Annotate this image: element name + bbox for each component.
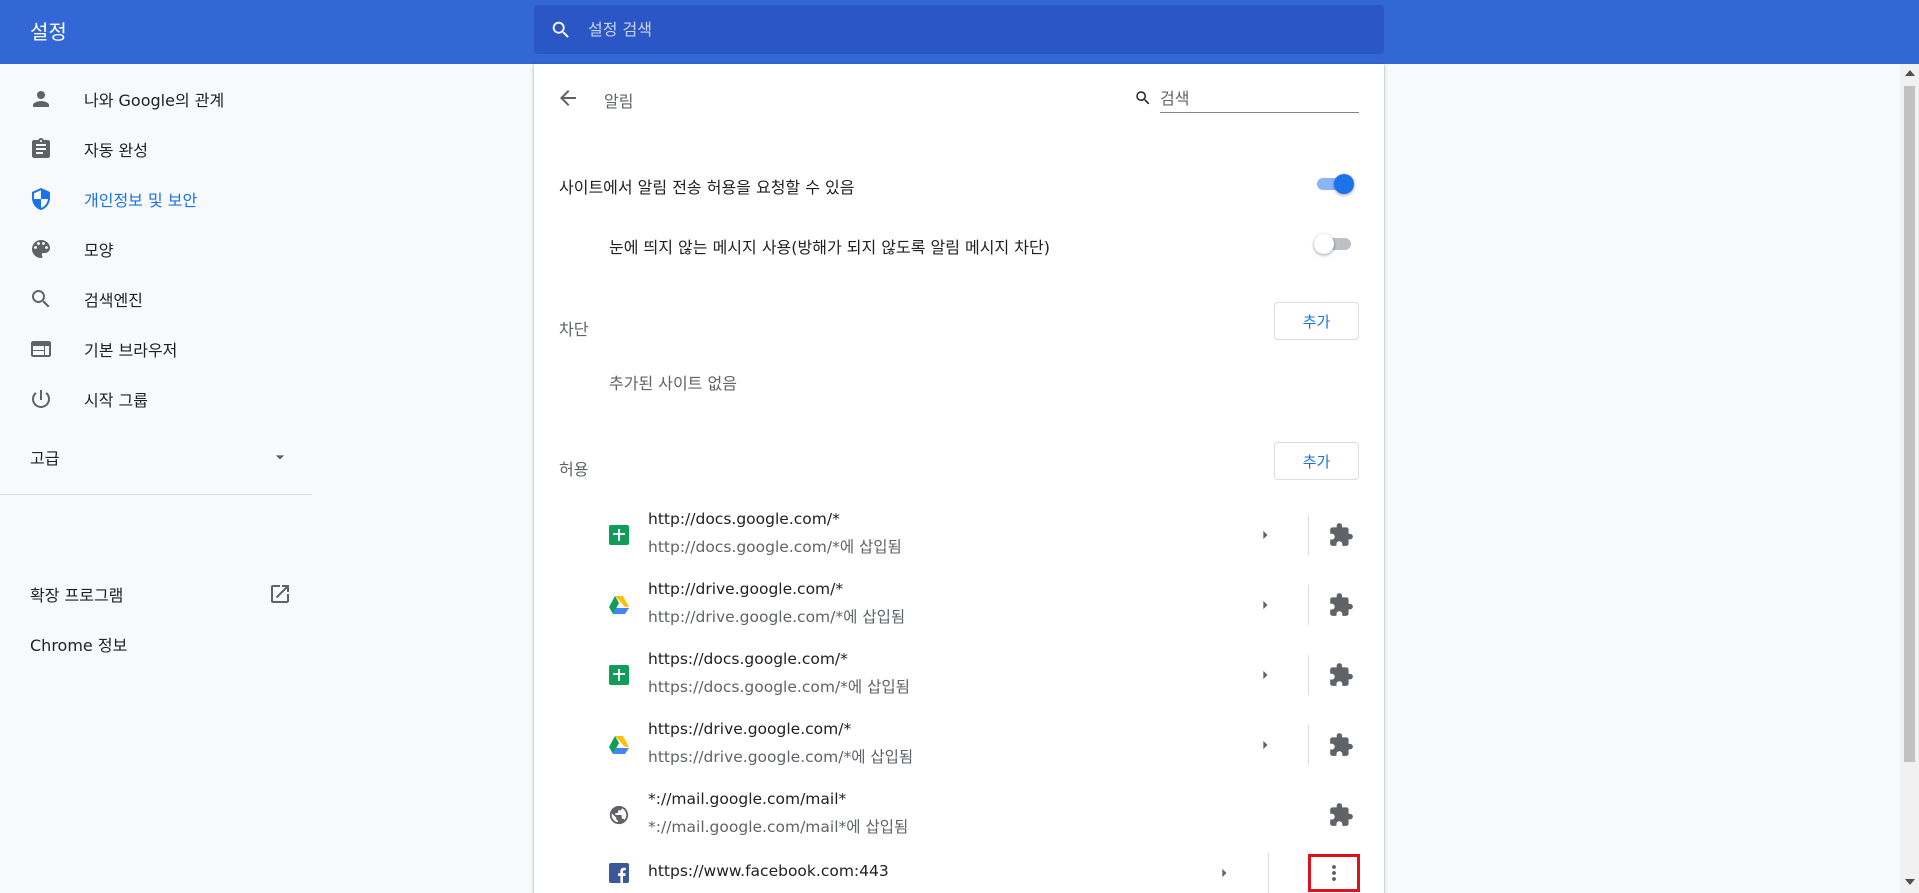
site-url: https://docs.google.com/* [648, 650, 848, 668]
person-icon [28, 86, 54, 112]
row-divider [1308, 655, 1309, 695]
block-add-button[interactable]: 추가 [1274, 302, 1359, 340]
sidebar-item-appearance[interactable]: 모양 [0, 227, 312, 271]
page-title: 알림 [604, 92, 634, 111]
row-divider [1308, 585, 1309, 625]
allow-add-button[interactable]: 추가 [1274, 442, 1359, 480]
back-arrow-icon[interactable] [556, 86, 580, 110]
quiet-messaging-toggle[interactable] [1314, 232, 1354, 256]
site-row-drive-https[interactable]: https://drive.google.com/* https://drive… [534, 710, 1384, 780]
row-divider [1308, 515, 1309, 555]
search-icon [28, 286, 54, 312]
drive-icon [609, 736, 629, 754]
site-url: http://docs.google.com/* [648, 510, 840, 528]
scrollbar-thumb[interactable] [1904, 86, 1915, 762]
more-actions-button[interactable] [1308, 854, 1360, 892]
ask-before-sending-toggle[interactable] [1314, 172, 1354, 196]
clipboard-icon [28, 136, 54, 162]
site-row-mail[interactable]: *://mail.google.com/mail* *://mail.googl… [534, 780, 1384, 850]
site-embedded-on: https://drive.google.com/*에 삽입됨 [648, 748, 914, 766]
block-empty-text: 추가된 사이트 없음 [609, 374, 737, 393]
facebook-icon [609, 863, 629, 883]
arrow-right-icon[interactable] [1255, 525, 1275, 545]
sidebar-item-label: 개인정보 및 보안 [84, 191, 198, 210]
sidebar-item-label: 모양 [84, 241, 114, 260]
sidebar-item-startup[interactable]: 시작 그룹 [0, 377, 312, 421]
site-embedded-on: http://docs.google.com/*에 삽입됨 [648, 538, 902, 556]
allow-section-label: 허용 [559, 460, 589, 479]
ask-toggle-label: 사이트에서 알림 전송 허용을 요청할 수 있음 [559, 178, 855, 197]
extension-puzzle-icon [1330, 663, 1353, 686]
extension-puzzle-icon [1330, 523, 1353, 546]
site-row-facebook[interactable]: https://www.facebook.com:443 [534, 850, 1384, 893]
sidebar-item-label: 자동 완성 [84, 141, 148, 160]
notifications-card: 알림 사이트에서 알림 전송 허용을 요청할 수 있음 눈에 띄지 않는 메시지… [534, 64, 1384, 893]
site-url: https://drive.google.com/* [648, 720, 852, 738]
notifications-search-input[interactable] [1160, 84, 1359, 113]
site-url: http://drive.google.com/* [648, 580, 844, 598]
palette-icon [28, 236, 54, 262]
browser-icon [28, 336, 54, 362]
site-url: https://www.facebook.com:443 [648, 862, 889, 880]
open-in-new-icon [271, 585, 289, 603]
search-icon [1136, 91, 1150, 105]
extension-puzzle-icon [1330, 803, 1353, 826]
shield-icon [28, 186, 54, 212]
arrow-right-icon[interactable] [1214, 863, 1234, 883]
sidebar-item-label: 시작 그룹 [84, 391, 148, 410]
sheets-icon [609, 525, 629, 545]
settings-search-input[interactable] [588, 20, 1288, 39]
sidebar-item-about-chrome[interactable]: Chrome 정보 [0, 624, 312, 664]
sidebar-item-default-browser[interactable]: 기본 브라우저 [0, 327, 312, 371]
drive-icon [609, 596, 629, 614]
site-embedded-on: https://docs.google.com/*에 삽입됨 [648, 678, 910, 696]
notifications-search[interactable] [1134, 84, 1359, 114]
row-divider [1268, 853, 1269, 893]
extension-puzzle-icon [1330, 733, 1353, 756]
row-divider [1308, 725, 1309, 765]
sidebar: 나와 Google의 관계 자동 완성 개인정보 및 보안 모양 검색엔진 기본… [0, 64, 312, 893]
site-row-drive-http[interactable]: http://drive.google.com/* http://drive.g… [534, 570, 1384, 640]
quiet-toggle-label: 눈에 띄지 않는 메시지 사용(방해가 되지 않도록 알림 메시지 차단) [609, 238, 1050, 257]
site-embedded-on: *://mail.google.com/mail*에 삽입됨 [648, 818, 909, 836]
caret-down-icon [275, 455, 285, 460]
sidebar-item-extensions[interactable]: 확장 프로그램 [0, 574, 312, 614]
power-icon [28, 386, 54, 412]
sidebar-item-google[interactable]: 나와 Google의 관계 [0, 77, 312, 121]
sidebar-item-search-engine[interactable]: 검색엔진 [0, 277, 312, 321]
toggle-knob [1314, 234, 1334, 254]
scroll-down-arrow-icon[interactable] [1905, 879, 1915, 885]
more-vert-icon [1332, 865, 1336, 881]
site-url: *://mail.google.com/mail* [648, 790, 847, 808]
sidebar-divider [0, 494, 312, 495]
settings-search-box[interactable] [534, 5, 1384, 54]
site-embedded-on: http://drive.google.com/*에 삽입됨 [648, 608, 906, 626]
sheets-icon [609, 665, 629, 685]
toggle-knob [1334, 174, 1354, 194]
header-bar: 설정 [0, 0, 1919, 64]
scroll-up-arrow-icon[interactable] [1905, 70, 1915, 76]
page-header-title: 설정 [30, 20, 67, 44]
block-section-label: 차단 [559, 320, 589, 339]
arrow-right-icon[interactable] [1255, 595, 1275, 615]
sidebar-advanced-toggle[interactable]: 고급 [0, 437, 312, 477]
sidebar-item-label: 기본 브라우저 [84, 341, 178, 360]
sidebar-item-label: Chrome 정보 [30, 636, 128, 655]
sidebar-item-label: 나와 Google의 관계 [84, 91, 225, 110]
globe-icon [609, 805, 629, 825]
site-row-docs-https[interactable]: https://docs.google.com/* https://docs.g… [534, 640, 1384, 710]
sidebar-item-privacy[interactable]: 개인정보 및 보안 [0, 177, 312, 221]
site-row-docs-http[interactable]: http://docs.google.com/* http://docs.goo… [534, 500, 1384, 570]
extension-puzzle-icon [1330, 593, 1353, 616]
arrow-right-icon[interactable] [1255, 665, 1275, 685]
sidebar-item-label: 확장 프로그램 [30, 586, 124, 605]
sidebar-advanced-label: 고급 [30, 449, 60, 468]
sidebar-item-autofill[interactable]: 자동 완성 [0, 127, 312, 171]
sidebar-item-label: 검색엔진 [84, 291, 143, 310]
page-scrollbar[interactable] [1900, 64, 1919, 893]
arrow-right-icon[interactable] [1255, 735, 1275, 755]
search-icon [552, 21, 569, 38]
